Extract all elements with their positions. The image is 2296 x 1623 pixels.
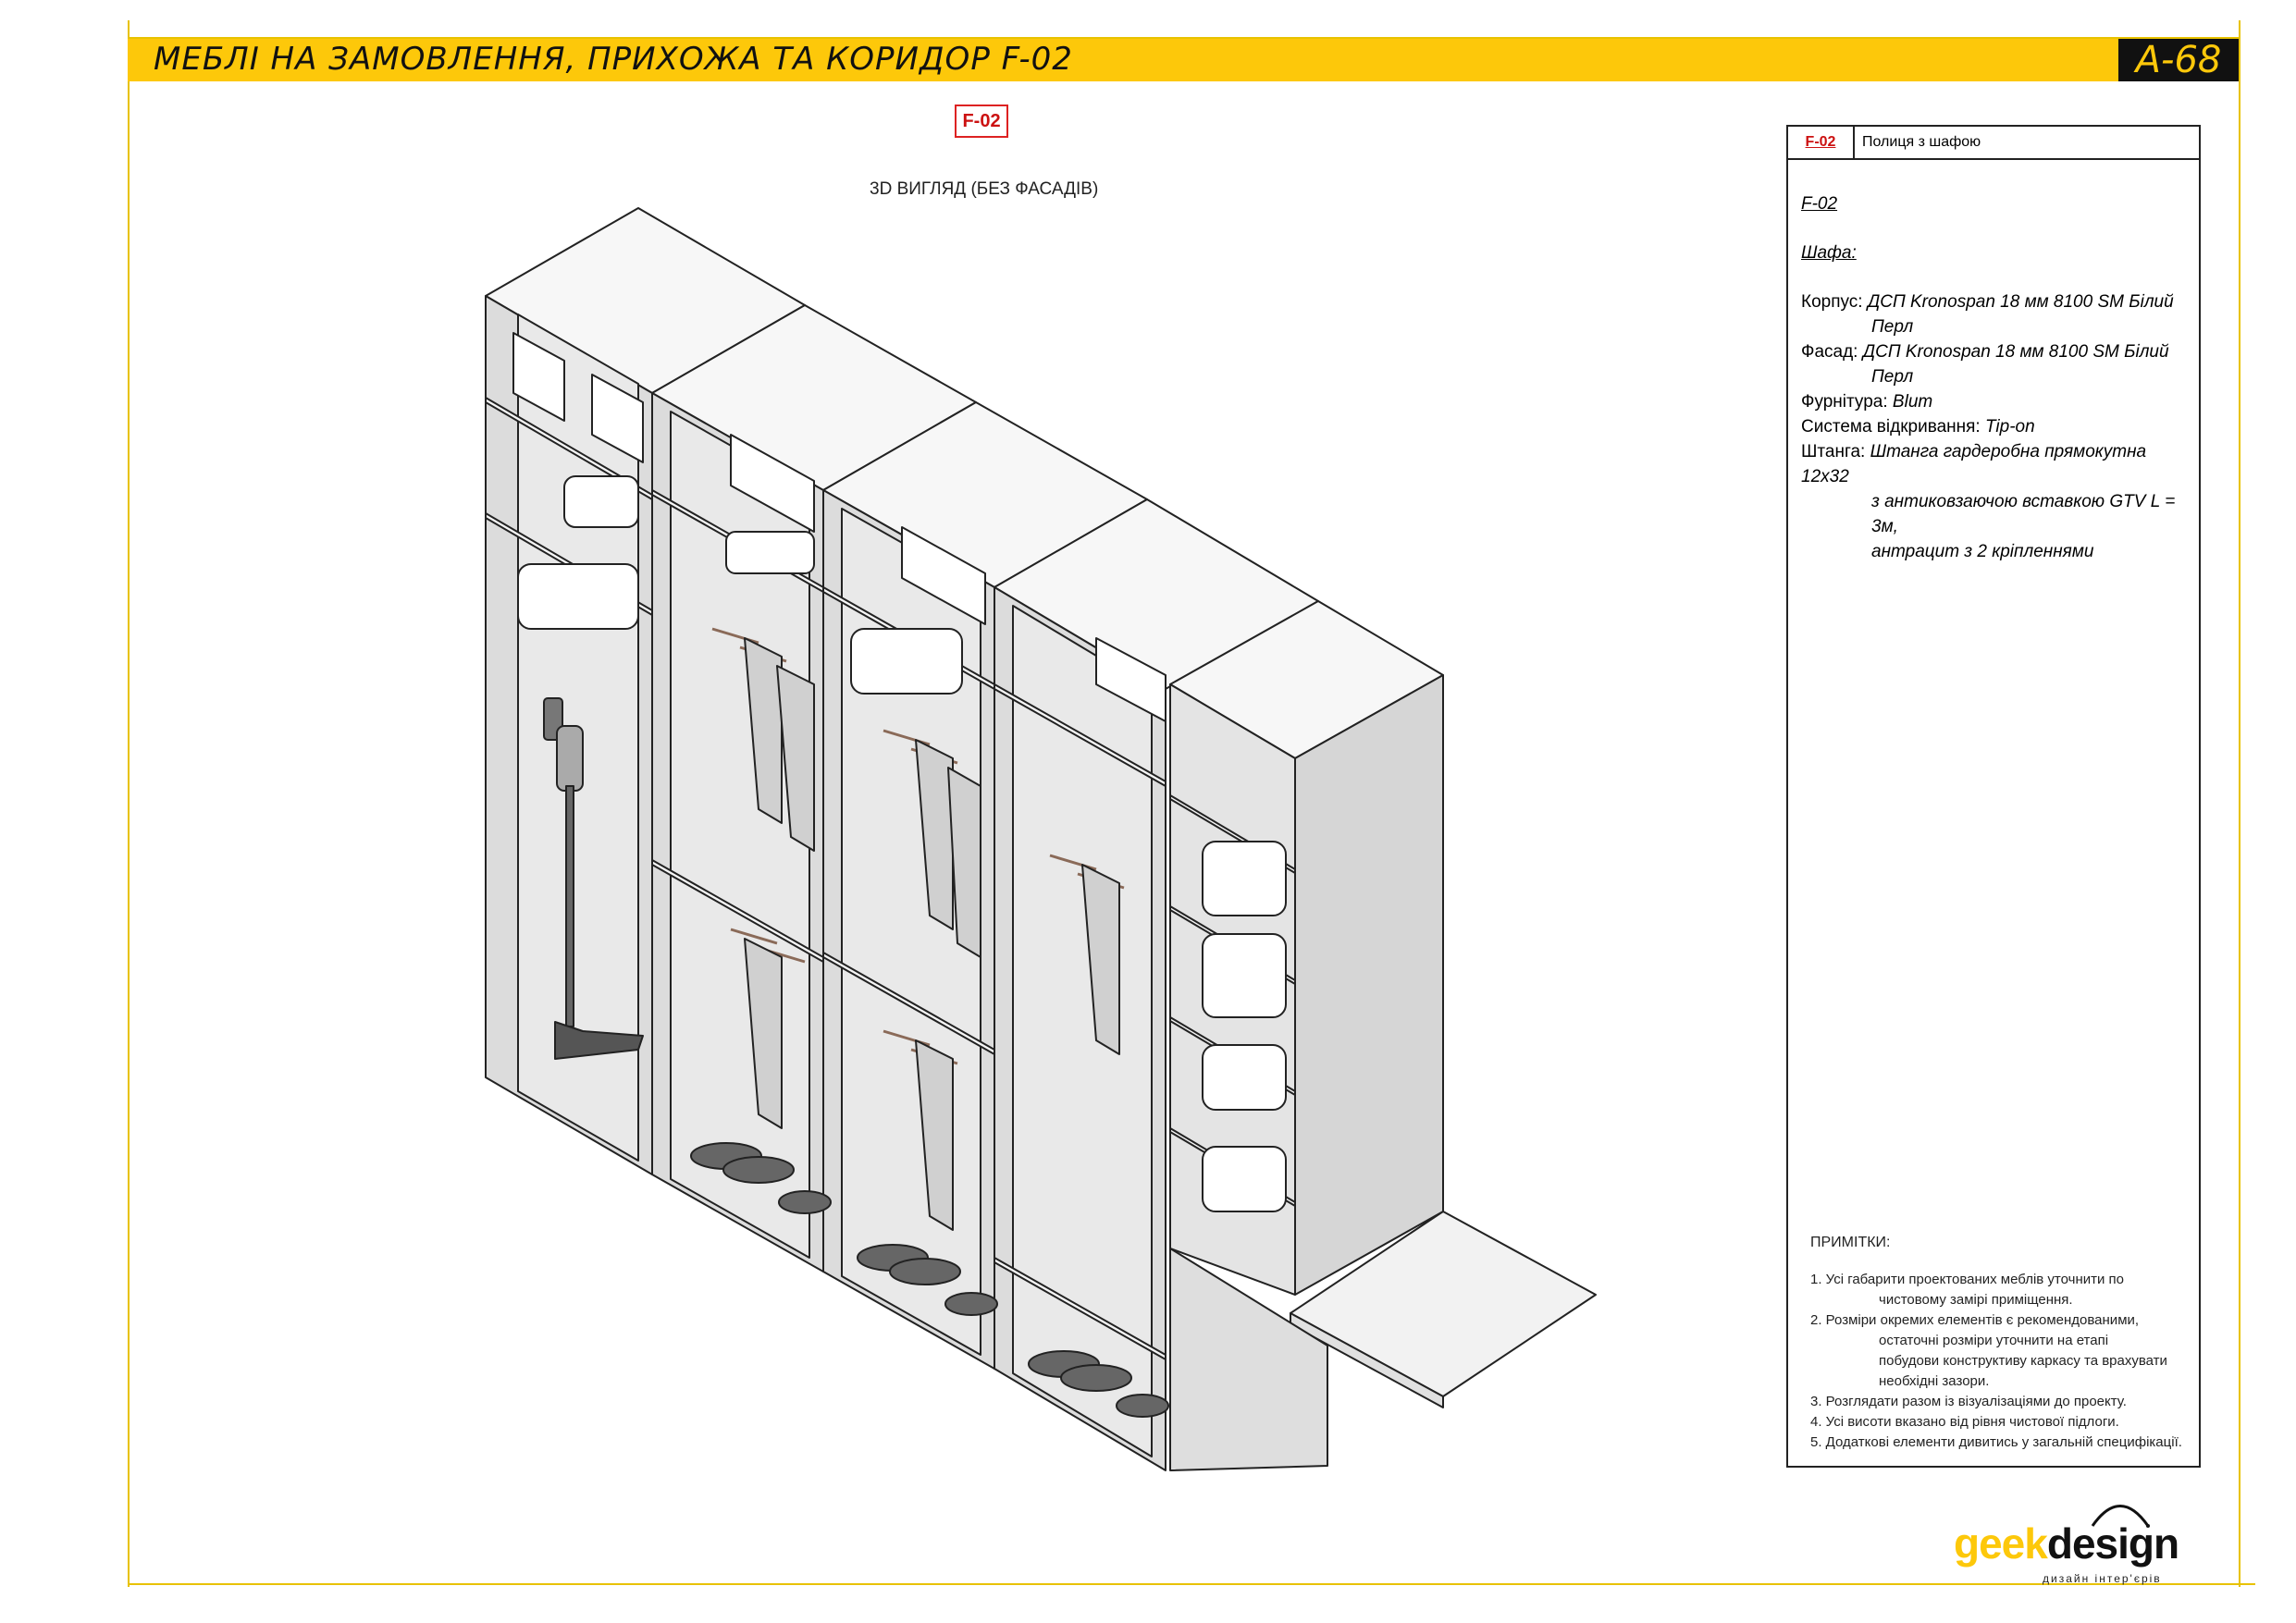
spec-section-title: Шафа: [1801, 243, 1857, 263]
spec-body: F-02 Шафа: Корпус: ДСП Kronospan 18 мм 8… [1801, 191, 2190, 564]
spec-label: Штанга: [1801, 442, 1866, 461]
note-item: 5. Додаткові елементи дивитись у загальн… [1810, 1434, 2182, 1450]
spec-item-code: F-02 [1801, 194, 1838, 214]
spec-row-facade: Фасад: ДСП Kronospan 18 мм 8100 SM Білий [1801, 339, 2190, 364]
notes-title: ПРИМІТКИ: [1810, 1235, 1891, 1250]
spec-row-hardware: Фурнітура: Blum [1801, 389, 2190, 414]
spec-label: Фурнітура: [1801, 392, 1888, 412]
frame-left-line [128, 20, 130, 1587]
spec-value: ДСП Kronospan 18 мм 8100 SM Білий [1862, 342, 2169, 362]
spec-value: ДСП Kronospan 18 мм 8100 SM Білий [1867, 292, 2174, 312]
frame-bottom-line [128, 1583, 2255, 1585]
spec-value-cont: Перл [1871, 367, 1914, 387]
spec-header: F-02 Полиця з шафою [1788, 127, 2199, 160]
logo-wordmark: geekdesign [1954, 1519, 2179, 1568]
note-item-cont: побудови конструктиву каркасу та врахува… [1879, 1353, 2167, 1369]
note-item: 4. Усі висоти вказано від рівня чистової… [1810, 1414, 2119, 1430]
spec-row-body: Корпус: ДСП Kronospan 18 мм 8100 SM Біли… [1801, 289, 2190, 314]
spec-row-rod: Штанга: Штанга гардеробна прямокутна 12х… [1801, 439, 2190, 489]
spec-code: F-02 [1788, 127, 1855, 158]
note-item-cont: чистовому замірі приміщення. [1879, 1292, 2073, 1308]
spec-value: Blum [1892, 392, 1933, 412]
sheet-title: МЕБЛІ НА ЗАМОВЛЕННЯ, ПРИХОЖА ТА КОРИДОР … [154, 41, 1073, 78]
spec-value-cont: Перл [1871, 317, 1914, 337]
note-item: 1. Усі габарити проектованих меблів уточ… [1810, 1272, 2125, 1287]
note-item-cont: необхідні зазори. [1879, 1373, 1990, 1389]
item-tag: F-02 [955, 105, 1008, 138]
spec-value-cont: антрацит з 2 кріпленнями [1871, 542, 2094, 561]
spec-label: Система відкривання: [1801, 417, 1981, 436]
sheet-number: А-68 [2118, 39, 2239, 81]
spec-name: Полиця з шафою [1862, 134, 1981, 150]
logo-tagline: дизайн інтер'єрів [2043, 1572, 2162, 1585]
spec-label: Фасад: [1801, 342, 1858, 362]
frame-right-line [2239, 20, 2240, 1587]
notes-block: ПРИМІТКИ: 1. Усі габарити проектованих м… [1810, 1233, 2199, 1453]
spec-value-cont: з антиковзаючою вставкою GTV L = 3м, [1871, 492, 2176, 536]
note-item: 2. Розміри окремих елементів є рекомендо… [1810, 1312, 2140, 1328]
wardrobe-3d-illustration [485, 207, 1597, 1471]
geekdesign-logo: geekdesign дизайн інтер'єрів [1954, 1500, 2179, 1585]
spec-label: Корпус: [1801, 292, 1863, 312]
note-item: 3. Розглядати разом із візуалізаціями до… [1810, 1394, 2127, 1409]
specification-panel: F-02 Полиця з шафою F-02 Шафа: Корпус: Д… [1786, 125, 2201, 1468]
spec-row-opening: Система відкривання: Tip-on [1801, 414, 2190, 439]
note-item-cont: остаточні розміри уточнити на етапі [1879, 1333, 2109, 1348]
spec-value: Tip-on [1984, 417, 2035, 436]
